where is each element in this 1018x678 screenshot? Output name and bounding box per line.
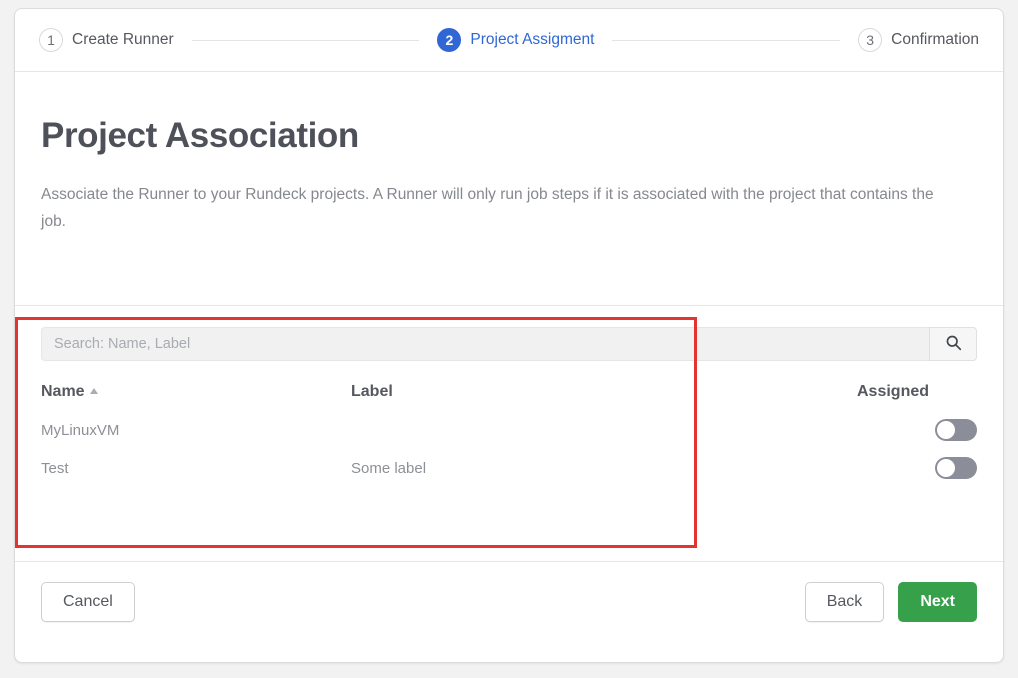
- step-confirmation[interactable]: 3 Confirmation: [858, 28, 979, 52]
- step-2-label: Project Assigment: [470, 31, 595, 48]
- step-connector-1: [191, 39, 420, 41]
- column-header-assigned: Assigned: [857, 383, 930, 400]
- step-3-label: Confirmation: [891, 31, 980, 48]
- sort-ascending-icon: [89, 388, 98, 394]
- step-1-label: Create Runner: [72, 31, 174, 48]
- search-input[interactable]: [41, 327, 929, 361]
- table-header-row: Name Label Assigned: [41, 375, 977, 411]
- step-connector-2: [612, 39, 841, 41]
- column-header-name-label: Name: [41, 383, 85, 400]
- intro-section: Project Association Associate the Runner…: [15, 72, 1003, 306]
- table-row: Test Some label: [41, 449, 977, 487]
- projects-table-head: Name Label Assigned: [41, 375, 977, 411]
- cell-assigned: [857, 411, 977, 449]
- column-header-name[interactable]: Name: [41, 375, 351, 411]
- table-row: MyLinuxVM: [41, 411, 977, 449]
- cell-name: MyLinuxVM: [41, 421, 120, 439]
- cancel-button[interactable]: Cancel: [41, 582, 135, 622]
- assigned-toggle[interactable]: [935, 419, 977, 441]
- search-icon: [945, 334, 962, 354]
- projects-table-body: MyLinuxVM Test Some label: [41, 411, 977, 487]
- cell-assigned: [857, 449, 977, 487]
- footer-actions: Back Next: [804, 582, 977, 622]
- assigned-toggle[interactable]: [935, 457, 977, 479]
- step-1-badge: 1: [39, 28, 63, 52]
- next-button[interactable]: Next: [898, 582, 977, 622]
- cell-label: Some label: [351, 459, 427, 477]
- toggle-knob: [937, 459, 955, 477]
- wizard-stepper: 1 Create Runner 2 Project Assigment 3 Co…: [15, 9, 1003, 72]
- back-button[interactable]: Back: [804, 582, 885, 622]
- step-project-assignment[interactable]: 2 Project Assigment: [437, 28, 594, 52]
- step-create-runner[interactable]: 1 Create Runner: [39, 28, 174, 52]
- cell-name: Test: [41, 459, 69, 477]
- cell-label: [351, 411, 857, 449]
- wizard-footer: Cancel Back Next: [15, 561, 1003, 642]
- step-3-badge: 3: [858, 28, 883, 52]
- toggle-knob: [937, 421, 955, 439]
- column-header-label[interactable]: Label: [351, 375, 857, 411]
- step-2-badge: 2: [437, 28, 462, 52]
- page-description: Associate the Runner to your Rundeck pro…: [41, 186, 934, 230]
- projects-table: Name Label Assigned MyLinuxVM Test Some …: [41, 375, 977, 487]
- search-row: [41, 327, 977, 361]
- runner-wizard-card: 1 Create Runner 2 Project Assigment 3 Co…: [14, 8, 1004, 663]
- search-button[interactable]: [929, 327, 977, 361]
- project-assignment-section: Name Label Assigned MyLinuxVM: [15, 306, 1003, 561]
- page-title: Project Association: [41, 116, 359, 155]
